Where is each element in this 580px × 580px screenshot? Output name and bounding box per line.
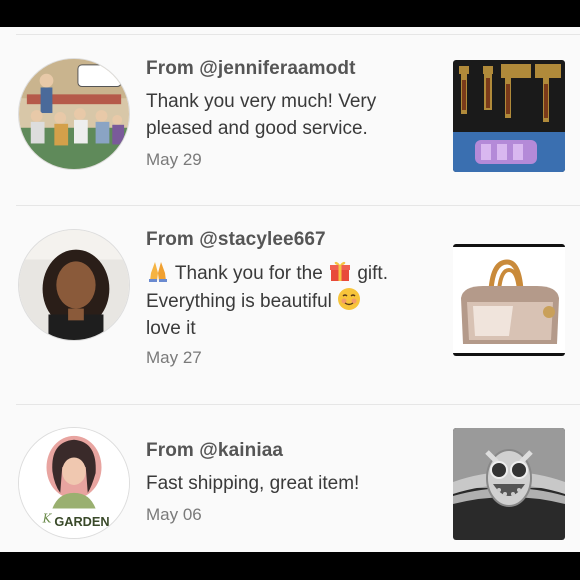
bottom-bar — [0, 552, 580, 580]
top-bar — [0, 0, 580, 27]
divider — [16, 34, 580, 35]
message-text-1: Thank you for the — [170, 263, 329, 284]
review-username[interactable]: From @jenniferaamodt — [146, 58, 356, 80]
avatar-logo-text: GARDEN — [54, 514, 109, 529]
review-message: Fast shipping, great item! — [146, 473, 360, 494]
review-date: May 27 — [146, 348, 202, 367]
reviews-list: From @jenniferaamodt Thank you very much… — [0, 27, 580, 552]
divider — [16, 404, 580, 405]
garden-logo-avatar[interactable]: K GARDEN — [18, 427, 130, 539]
message-text-4: love it — [146, 318, 196, 339]
woman-avatar[interactable] — [18, 229, 130, 341]
svg-text:K: K — [42, 511, 53, 525]
review-date: May 06 — [146, 505, 202, 524]
divider — [16, 205, 580, 206]
metallic-handbag-thumbnail[interactable] — [453, 244, 565, 356]
jewelry-earrings-thumbnail[interactable] — [453, 60, 565, 172]
review-username[interactable]: From @stacylee667 — [146, 229, 326, 251]
gift-icon — [330, 261, 351, 281]
smiling-face-icon — [338, 288, 361, 310]
review-username[interactable]: From @kainiaa — [146, 440, 283, 462]
owl-bracelet-thumbnail[interactable] — [453, 428, 565, 540]
praying-hands-icon — [149, 262, 167, 282]
review-date: May 29 — [146, 150, 202, 169]
review-message: Thank you very much! Very pleased and go… — [146, 91, 377, 139]
message-text-3: Everything is beautiful — [146, 291, 338, 312]
message-text-2: gift. — [352, 263, 388, 284]
review-message: Thank you for the gift. Everything is be… — [146, 259, 436, 342]
cartoon-avatar[interactable] — [18, 58, 130, 170]
